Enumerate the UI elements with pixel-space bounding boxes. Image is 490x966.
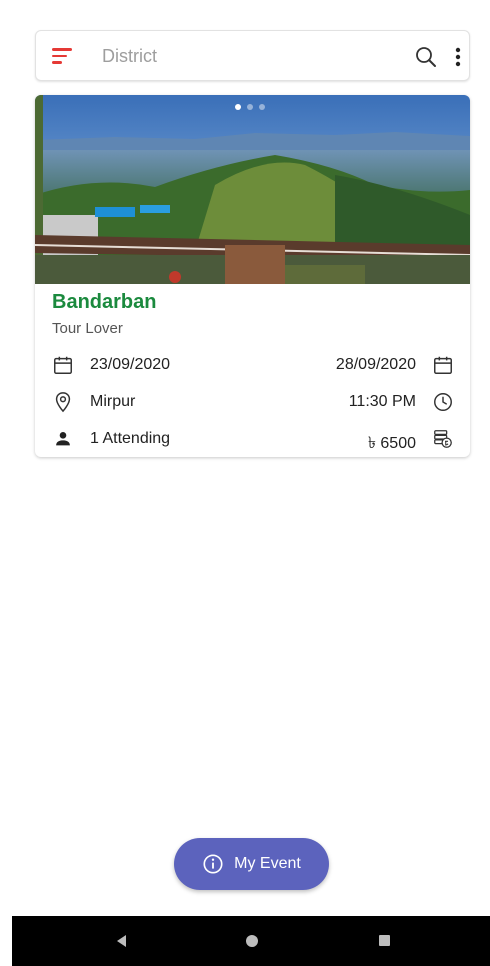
location-time-row: Mirpur 11:30 PM — [35, 391, 470, 417]
calendar-icon — [54, 356, 72, 374]
app-screen: Bandarban Tour Lover 23/09/2020 28/09/20… — [12, 10, 490, 916]
start-date: 23/09/2020 — [90, 356, 171, 373]
location-pin-icon — [55, 392, 71, 413]
district-search-input[interactable] — [102, 43, 402, 69]
location-text: Mirpur — [90, 393, 136, 410]
info-icon — [203, 854, 223, 874]
person-icon — [56, 432, 70, 446]
my-event-label: My Event — [234, 855, 301, 872]
more-vert-icon[interactable] — [452, 45, 464, 69]
carousel-dot[interactable] — [259, 104, 265, 110]
event-photo — [35, 95, 470, 284]
time-text: 11:30 PM — [348, 393, 416, 410]
money-icon — [434, 430, 452, 448]
search-icon[interactable] — [414, 45, 438, 69]
clock-icon — [434, 393, 452, 411]
my-event-button[interactable]: My Event — [174, 838, 329, 890]
calendar-icon — [434, 356, 452, 374]
filter-list-icon[interactable] — [52, 48, 74, 66]
carousel-indicator — [235, 104, 265, 110]
event-title: Bandarban — [52, 291, 157, 313]
home-icon[interactable] — [246, 935, 258, 947]
search-bar — [35, 30, 470, 81]
system-nav-bar — [12, 916, 490, 966]
event-card[interactable]: Bandarban Tour Lover 23/09/2020 28/09/20… — [35, 95, 470, 457]
carousel-dot[interactable] — [235, 104, 241, 110]
date-row: 23/09/2020 28/09/2020 — [35, 354, 470, 380]
event-organizer: Tour Lover — [52, 320, 123, 337]
attending-price-row: 1 Attending ৳ 6500 — [35, 428, 470, 454]
recent-apps-icon[interactable] — [379, 935, 390, 946]
attending-text: 1 Attending — [90, 430, 171, 447]
price-text: ৳ 6500 — [367, 435, 416, 452]
end-date: 28/09/2020 — [335, 356, 416, 373]
carousel-dot[interactable] — [247, 104, 253, 110]
back-icon[interactable] — [117, 935, 126, 947]
